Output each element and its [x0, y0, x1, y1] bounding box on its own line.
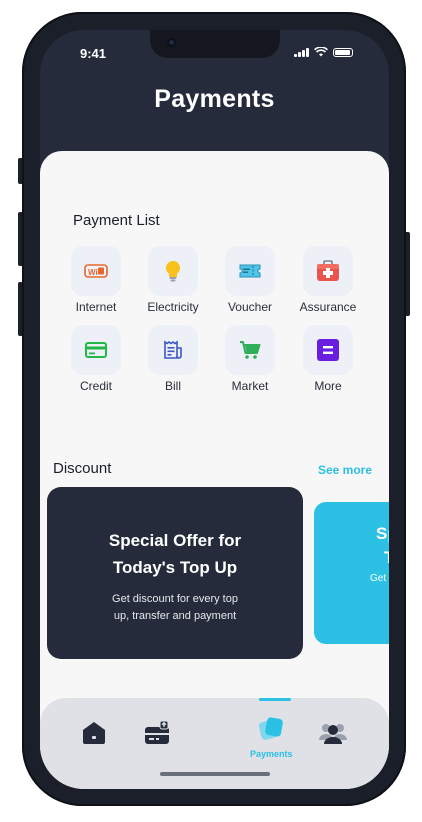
notch — [150, 30, 280, 58]
signal-icon — [294, 47, 309, 57]
payment-item-assurance[interactable]: Assurance — [293, 246, 363, 314]
svg-text:Wi: Wi — [88, 268, 98, 277]
promo-card[interactable]: Special Offer for Today's Top Up Get dis… — [47, 487, 303, 659]
payment-item-more[interactable]: More — [293, 325, 363, 393]
payment-item-market[interactable]: Market — [215, 325, 285, 393]
battery-icon — [333, 47, 353, 57]
promo-title-line: Today's Top Up — [112, 558, 238, 577]
payment-item-label: Credit — [79, 379, 112, 393]
see-more-link[interactable]: See more — [318, 463, 372, 477]
discount-title: Discount — [53, 460, 112, 477]
receipt-icon — [148, 325, 198, 375]
payment-item-label: Internet — [75, 300, 117, 314]
medical-kit-icon — [303, 246, 353, 296]
active-tab-indicator — [259, 698, 291, 701]
payment-item-label: Voucher — [227, 300, 273, 314]
payment-item-electricity[interactable]: Electricity — [138, 246, 208, 314]
wallet-icon — [145, 720, 169, 744]
ticket-icon — [225, 246, 275, 296]
payment-list-title: Payment List — [73, 212, 160, 229]
payment-item-internet[interactable]: Wi Internet — [61, 246, 131, 314]
promo-card-secondary[interactable]: Sp T Get — [314, 502, 389, 644]
payment-item-label: Assurance — [299, 300, 357, 314]
promo-subtitle: Get — [370, 573, 387, 584]
bottom-tab-bar: Payments — [40, 698, 389, 789]
promo-title: Special Offer for Today's Top Up — [47, 527, 303, 581]
phone-screen: 9:41 Payments Payment List Wi Internet E… — [40, 30, 389, 789]
promo-title-line: T — [376, 546, 389, 570]
payment-item-label: Electricity — [147, 300, 199, 314]
promo-title-line: Sp — [376, 524, 389, 543]
tab-contacts[interactable] — [318, 720, 348, 751]
page-title: Payments — [154, 85, 275, 113]
payment-item-voucher[interactable]: Voucher — [215, 246, 285, 314]
promo-subtitle: Get discount for every top up, transfer … — [47, 591, 303, 625]
payment-item-label: More — [314, 379, 342, 393]
home-indicator — [160, 772, 270, 776]
tab-wallet[interactable] — [143, 720, 171, 751]
status-icons — [294, 47, 353, 57]
lightbulb-icon — [148, 246, 198, 296]
status-time: 9:41 — [80, 46, 107, 61]
promo-subtitle-line: Get discount for every top — [112, 593, 238, 605]
tab-payments[interactable]: Payments — [250, 716, 293, 759]
payments-icon — [259, 717, 284, 740]
payment-item-label: Market — [231, 379, 269, 393]
payment-item-bill[interactable]: Bill — [138, 325, 208, 393]
wifi-icon: Wi — [71, 246, 121, 296]
front-camera — [167, 38, 176, 47]
content-sheet: Payment List Wi Internet Electricity Vou… — [40, 151, 389, 789]
shopping-cart-icon — [225, 325, 275, 375]
payment-item-label: Bill — [164, 379, 181, 393]
more-icon — [303, 325, 353, 375]
tab-label: Payments — [250, 749, 293, 759]
home-icon — [83, 722, 105, 744]
promo-subtitle-line: up, transfer and payment — [113, 610, 237, 622]
users-icon — [319, 724, 347, 744]
tab-home[interactable] — [81, 720, 107, 751]
promo-title-line: Special Offer for — [108, 531, 242, 550]
payment-item-credit[interactable]: Credit — [61, 325, 131, 393]
promo-title: Sp T — [376, 522, 389, 570]
wifi-status-icon — [314, 47, 328, 57]
credit-card-icon — [71, 325, 121, 375]
